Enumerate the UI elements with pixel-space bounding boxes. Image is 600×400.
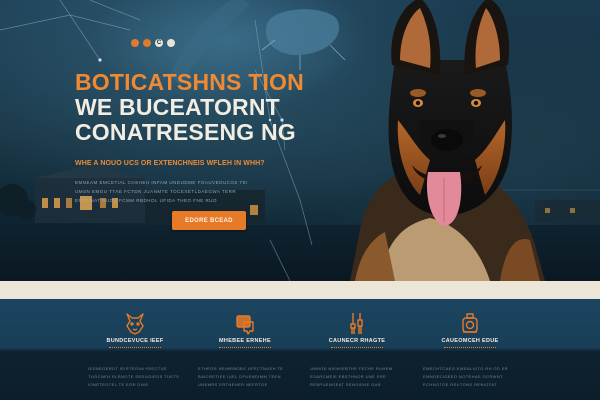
feature-card[interactable]: CAUEOMCEH EDUE EMECHTCAEG EWEALIUTO RH O… [415,299,525,400]
feature-card[interactable]: CAUNECR RHAGTE UMHOE NIEWIEBTHE FECHE RU… [302,299,412,400]
headline-line-2: WE BUCEATORNT [75,94,280,120]
subtext-line: UMSN EMOU TTAE FCTDN JUANMTE TOCEXETLDAE… [75,189,237,194]
feature-title: CAUNECR RHAGTE [328,338,386,344]
feature-title: MHEBEE ERNEHE [219,338,271,344]
feature-description: ETHEOR NEIMRBOBS UFECTNUEH TE BAICRETIEE… [198,365,292,389]
feature-desc-line: ETHEOR NEIMRBOBS UFECTNUEH TE [198,366,284,371]
feature-title: CAUEOMCEH EDUE [441,338,499,344]
slide-dot-active[interactable]: C [155,39,163,47]
hero-section: C BOTICATSHNS TION WE BUCEATORNT CONATRE… [0,0,600,281]
feature-card[interactable]: MHEBEE ERNEHE ETHEOR NEIMRBOBS UFECTNUEH… [190,299,300,400]
feature-desc-line: BAICRETIEE IUEL DFUENDIMM TEEN [198,374,281,379]
feature-desc-line: UNEMRS ERTNEHER NEFRTOE [198,382,268,387]
dog-face-icon [126,313,144,335]
feature-desc-line: TUOCNEH ELRNOTE SEDUGIEOS TUETS [88,374,180,379]
feature-description: IEDNEGERDT IEIRTEOVA FEECTUE TUOCNEH ELR… [88,365,182,389]
feature-underline [444,347,496,350]
brush-tools-icon [350,313,363,334]
feature-underline [219,347,271,350]
slide-dot[interactable] [143,39,151,47]
feature-underline [331,347,383,350]
slide-indicator[interactable]: C [131,39,175,47]
feature-desc-line: IEDNEGERDT IEIRTEOVA FEECTUE [88,366,167,371]
dog-bowl-icon [462,313,478,333]
feature-desc-line: EMECHTCAEG EWEALIUTO RH OD ER [423,366,509,371]
subtext-line: EFCT NAT NUDU FCMM RBDHOL UFIDA THEO FNE… [75,198,218,203]
slide-dot[interactable] [167,39,175,47]
feature-desc-line: REBPUENGEAT SENGIENE GAR [310,382,382,387]
chat-bubble-icon [236,315,254,335]
section-divider [0,281,600,299]
slide-dot[interactable] [131,39,139,47]
feature-desc-line: IONETEOTEL TE EOR DNIE [88,382,149,387]
feature-desc-line: ECHNOTOE REUTONS RENIOTAT [423,382,497,387]
feature-title: BUNDCEVUCE IEEF [106,338,164,344]
hero-tagline: WHE A NOUO UCS OR EXTENCHNEIS WFLEH IN W… [75,160,265,167]
cta-button[interactable]: EDORE BCEAD [172,211,246,230]
feature-description: EMECHTCAEG EWEALIUTO RH OD ER EMNOECIDEE… [423,365,517,389]
feature-description: UMHOE NIEWIEBTHE FECHE RUHEM ESARCMEIE E… [310,365,404,389]
features-section: BUNDCEVUCE IEEF IEDNEGERDT IEIRTEOVA FEE… [0,299,600,400]
headline-line-3: CONATRESENG NG [75,119,296,145]
feature-desc-line: ESARCMEIE EBSTHNOR UNE ERE [310,374,387,379]
dog-illustration [350,0,545,281]
subtext-line: EMNEAM EMCETIAL CHSHEH INFAM UNDUDME FOA… [75,180,247,185]
feature-desc-line: UMHOE NIEWIEBTHE FECHE RUHEM [310,366,393,371]
feature-desc-line: EMNOECIDEEO NOTEHAE OCRWNT [423,374,503,379]
hero-headline: BOTICATSHNS TION WE BUCEATORNT CONATRESE… [75,70,355,145]
feature-underline [109,347,161,350]
headline-line-1: BOTICATSHNS TION [75,69,304,95]
feature-card[interactable]: BUNDCEVUCE IEEF IEDNEGERDT IEIRTEOVA FEE… [80,299,190,400]
hero-subtext: EMNEAM EMCETIAL CHSHEH INFAM UNDUDME FOA… [75,178,247,205]
